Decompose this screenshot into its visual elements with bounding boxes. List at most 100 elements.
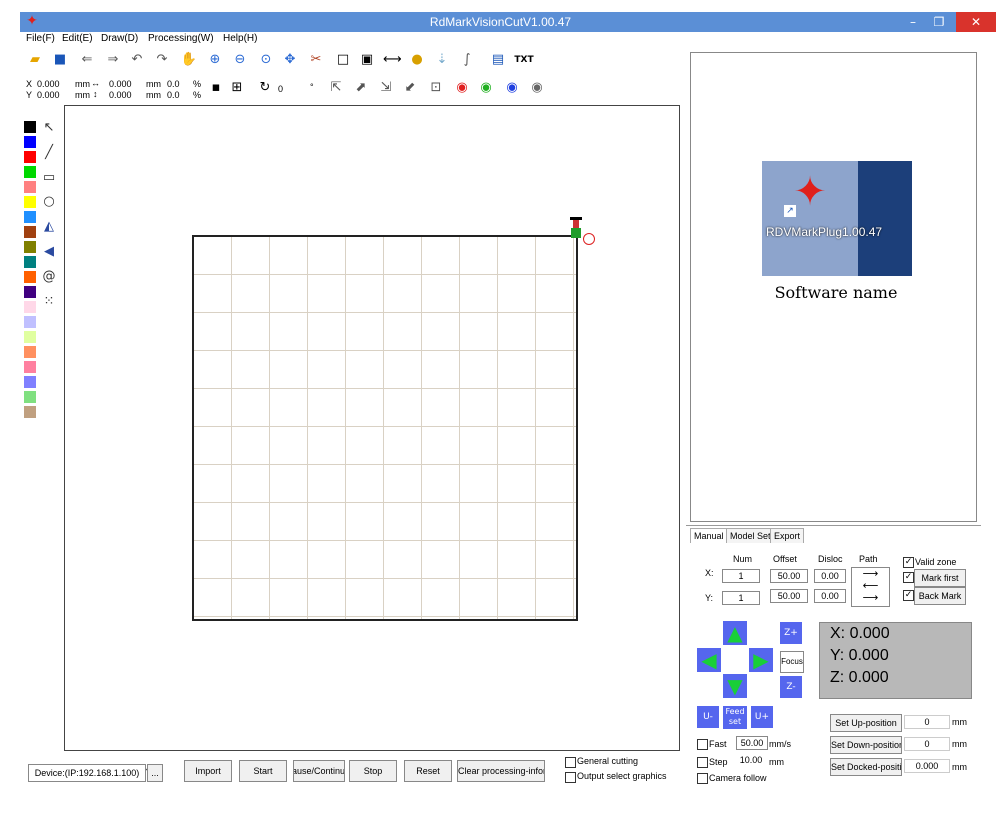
color-swatch[interactable] bbox=[24, 151, 36, 163]
rectangle-tool-icon[interactable]: ▭ bbox=[41, 170, 57, 186]
general-cutting-checkbox[interactable] bbox=[565, 757, 576, 768]
rotate-field[interactable]: 0 bbox=[278, 84, 283, 94]
z-plus-button[interactable]: Z+ bbox=[780, 622, 802, 644]
minimize-button[interactable]: – bbox=[900, 12, 926, 32]
set-down-position-button[interactable]: Set Down-position bbox=[830, 736, 902, 754]
light-icon[interactable]: ● bbox=[408, 51, 426, 69]
valid-zone-checkbox[interactable]: ✓ bbox=[903, 557, 914, 568]
dot-matrix-icon[interactable]: ⁙ bbox=[41, 294, 57, 310]
set-up-position-button[interactable]: Set Up-position bbox=[830, 714, 902, 732]
undo-icon[interactable]: ↶ bbox=[128, 51, 146, 69]
group-icon[interactable]: ▣ bbox=[358, 51, 376, 69]
rectangle-select-icon[interactable]: □ bbox=[334, 51, 352, 69]
up-position-field[interactable]: 0 bbox=[904, 715, 950, 729]
speed-field[interactable]: 50.00 bbox=[736, 736, 768, 750]
restore-button[interactable]: ❐ bbox=[926, 12, 952, 32]
color-swatch[interactable] bbox=[24, 256, 36, 268]
y-num-field[interactable]: 1 bbox=[722, 591, 760, 605]
x-disloc-field[interactable]: 0.00 bbox=[814, 569, 846, 583]
mirror-horizontal-icon[interactable]: ◀ bbox=[41, 244, 57, 260]
jog-down-button[interactable]: ▼ bbox=[723, 674, 747, 698]
set-docked-position-button[interactable]: Set Docked-position bbox=[830, 758, 902, 776]
distance-icon[interactable]: ⟷ bbox=[383, 51, 402, 69]
mark-first-button[interactable]: Mark first bbox=[914, 569, 966, 587]
back-mark-button[interactable]: Back Mark bbox=[914, 587, 966, 605]
import-button[interactable]: Import bbox=[184, 760, 232, 782]
x-position-field[interactable]: 0.000 bbox=[37, 79, 60, 89]
color-swatch[interactable] bbox=[24, 331, 36, 343]
y-disloc-field[interactable]: 0.00 bbox=[814, 589, 846, 603]
color-swatch[interactable] bbox=[24, 211, 36, 223]
save-icon[interactable]: ■ bbox=[51, 51, 69, 69]
docked-position-field[interactable]: 0.000 bbox=[904, 759, 950, 773]
menu-draw[interactable]: Draw(D) bbox=[101, 33, 138, 44]
align-bottom-right-icon[interactable]: ⇲ bbox=[377, 79, 395, 97]
step-field[interactable]: 10.00 bbox=[736, 754, 766, 766]
desktop-shortcut[interactable]: ✦ ↗ RDVMarkPlug1.00.47 bbox=[762, 161, 882, 276]
marker-a-icon[interactable]: ◉ bbox=[477, 79, 495, 97]
camera-follow-checkbox[interactable] bbox=[697, 773, 708, 784]
align-top-right-icon[interactable]: ⬈ bbox=[352, 79, 370, 97]
align-top-left-icon[interactable]: ⇱ bbox=[327, 79, 345, 97]
align-bottom-left-icon[interactable]: ⬋ bbox=[401, 79, 419, 97]
stop-button[interactable]: Stop bbox=[349, 760, 397, 782]
x-offset-field[interactable]: 50.00 bbox=[770, 569, 808, 583]
color-swatch[interactable] bbox=[24, 391, 36, 403]
tab-manual[interactable]: Manual bbox=[690, 528, 728, 543]
color-swatch[interactable] bbox=[24, 166, 36, 178]
reset-button[interactable]: Reset bbox=[404, 760, 452, 782]
open-icon[interactable]: ▰ bbox=[26, 51, 44, 69]
device-select[interactable]: Device:(IP:192.168.1.100) bbox=[28, 764, 146, 782]
camera-icon[interactable]: ▤ bbox=[489, 51, 507, 69]
scale-y-field[interactable]: 0.0 bbox=[167, 90, 180, 100]
down-position-field[interactable]: 0 bbox=[904, 737, 950, 751]
output-select-checkbox[interactable] bbox=[565, 772, 576, 783]
marker-add-icon[interactable]: ◉ bbox=[503, 79, 521, 97]
color-swatch[interactable] bbox=[24, 316, 36, 328]
lock-ratio-icon[interactable]: ▪ bbox=[207, 79, 225, 97]
jog-right-button[interactable]: ▶ bbox=[749, 648, 773, 672]
color-swatch[interactable] bbox=[24, 406, 36, 418]
color-swatch[interactable] bbox=[24, 301, 36, 313]
z-minus-button[interactable]: Z- bbox=[780, 676, 802, 698]
drawing-canvas[interactable] bbox=[64, 105, 680, 751]
u-plus-button[interactable]: U+ bbox=[751, 706, 773, 728]
redo-icon[interactable]: ↷ bbox=[153, 51, 171, 69]
width-field[interactable]: 0.000 bbox=[109, 79, 132, 89]
path-icon[interactable]: ⇣ bbox=[433, 51, 451, 69]
jog-left-button[interactable]: ◀ bbox=[697, 648, 721, 672]
mirror-vertical-icon[interactable]: ◭ bbox=[41, 219, 57, 235]
txt-button[interactable]: TXT bbox=[512, 51, 536, 69]
color-swatch[interactable] bbox=[24, 226, 36, 238]
color-swatch[interactable] bbox=[24, 346, 36, 358]
close-button[interactable]: ✕ bbox=[956, 12, 996, 32]
start-button[interactable]: Start bbox=[239, 760, 287, 782]
menu-processing[interactable]: Processing(W) bbox=[148, 33, 214, 44]
curve-icon[interactable]: ∫ bbox=[458, 51, 476, 69]
node-edit-icon[interactable]: ✥ bbox=[281, 51, 299, 69]
color-swatch[interactable] bbox=[24, 136, 36, 148]
line-tool-icon[interactable]: ╱ bbox=[41, 145, 57, 161]
path-pattern-icon[interactable]: ⟶ ⟵ ⟶ bbox=[851, 567, 890, 607]
height-field[interactable]: 0.000 bbox=[109, 90, 132, 100]
color-swatch[interactable] bbox=[24, 196, 36, 208]
device-more-button[interactable]: ... bbox=[147, 764, 163, 782]
y-position-field[interactable]: 0.000 bbox=[37, 90, 60, 100]
scale-x-field[interactable]: 0.0 bbox=[167, 79, 180, 89]
ellipse-tool-icon[interactable]: ○ bbox=[41, 194, 57, 210]
pause-continue-button[interactable]: Pause/Continue bbox=[293, 760, 345, 782]
color-swatch[interactable] bbox=[24, 271, 36, 283]
color-swatch[interactable] bbox=[24, 241, 36, 253]
pan-icon[interactable]: ✋ bbox=[180, 51, 198, 69]
marker-remove-icon[interactable]: ◉ bbox=[528, 79, 546, 97]
menu-file[interactable]: File(F) bbox=[26, 33, 55, 44]
clear-processing-info-button[interactable]: Clear processing-infor bbox=[457, 760, 545, 782]
color-swatch[interactable] bbox=[24, 181, 36, 193]
spiral-tool-icon[interactable]: @ bbox=[41, 269, 57, 285]
color-swatch[interactable] bbox=[24, 286, 36, 298]
export-icon[interactable]: ⇒ bbox=[104, 51, 122, 69]
align-center-icon[interactable]: ⊡ bbox=[427, 79, 445, 97]
rotate-icon[interactable]: ↻ bbox=[256, 79, 274, 97]
marker-s-icon[interactable]: ◉ bbox=[453, 79, 471, 97]
jog-up-button[interactable]: ▲ bbox=[723, 621, 747, 645]
